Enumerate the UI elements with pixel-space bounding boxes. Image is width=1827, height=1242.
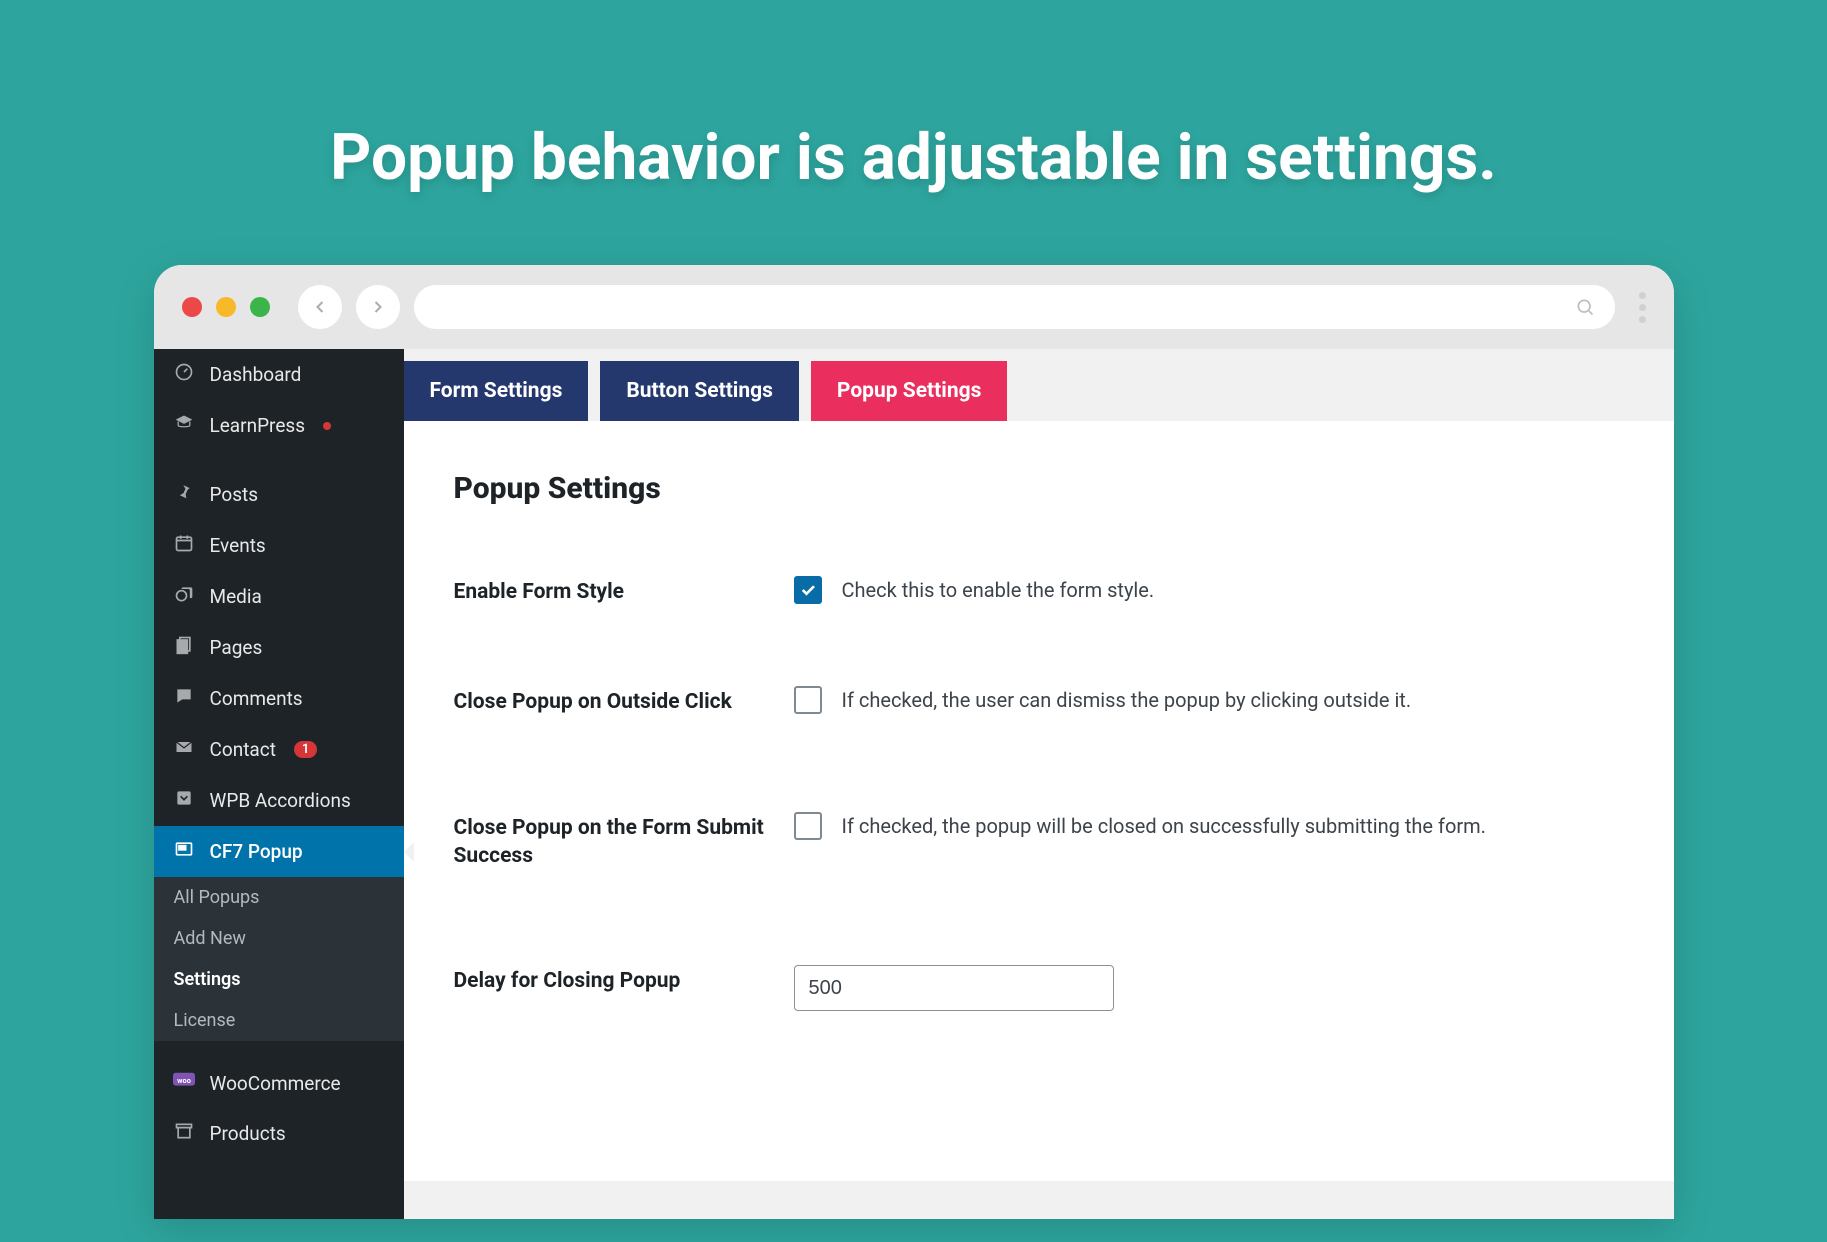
setting-description: Check this to enable the form style. (842, 578, 1155, 602)
sidebar-item-label: Contact (210, 738, 276, 761)
tab-button-settings[interactable]: Button Settings (600, 361, 799, 421)
arrow-right-icon (368, 297, 388, 317)
panel-heading: Popup Settings (454, 471, 1624, 506)
calendar-icon (172, 533, 196, 558)
setting-label: Close Popup on Outside Click (454, 686, 794, 716)
search-icon (1575, 297, 1595, 317)
maximize-window-icon[interactable] (250, 297, 270, 317)
sidebar-item-media[interactable]: Media (154, 571, 404, 622)
submenu-settings[interactable]: Settings (154, 959, 404, 1000)
main-content: Form Settings Button Settings Popup Sett… (404, 349, 1674, 1219)
svg-text:woo: woo (177, 1076, 191, 1085)
setting-description: If checked, the user can dismiss the pop… (842, 688, 1412, 712)
sidebar-item-woocommerce[interactable]: woo WooCommerce (154, 1059, 404, 1108)
sidebar-item-comments[interactable]: Comments (154, 673, 404, 724)
comments-icon (172, 686, 196, 711)
setting-row-close-outside: Close Popup on Outside Click If checked,… (454, 686, 1624, 716)
close-window-icon[interactable] (182, 297, 202, 317)
setting-label: Delay for Closing Popup (454, 965, 794, 995)
sidebar-item-dashboard[interactable]: Dashboard (154, 349, 404, 400)
check-icon (799, 581, 817, 599)
graduation-cap-icon (172, 413, 196, 438)
arrow-left-icon (310, 297, 330, 317)
media-icon (172, 584, 196, 609)
sidebar-item-label: WPB Accordions (210, 789, 351, 812)
sidebar-item-label: Events (210, 534, 266, 557)
settings-panel: Popup Settings Enable Form Style Check t… (404, 421, 1674, 1181)
sidebar-item-label: Media (210, 585, 262, 608)
hero-title: Popup behavior is adjustable in settings… (0, 0, 1827, 195)
browser-menu-icon[interactable] (1639, 292, 1646, 323)
pin-icon (172, 482, 196, 507)
sidebar-item-label: Pages (210, 636, 263, 659)
sidebar-item-cf7-popup[interactable]: CF7 Popup (154, 826, 404, 877)
delay-close-input[interactable] (794, 965, 1114, 1011)
woocommerce-icon: woo (172, 1072, 196, 1095)
sidebar-item-learnpress[interactable]: LearnPress (154, 400, 404, 451)
admin-sidebar: Dashboard LearnPress Posts Events Media (154, 349, 404, 1219)
pages-icon (172, 635, 196, 660)
archive-icon (172, 1121, 196, 1146)
minimize-window-icon[interactable] (216, 297, 236, 317)
submenu-all-popups[interactable]: All Popups (154, 877, 404, 918)
sidebar-item-pages[interactable]: Pages (154, 622, 404, 673)
sidebar-item-contact[interactable]: Contact 1 (154, 724, 404, 775)
sidebar-item-wpb-accordions[interactable]: WPB Accordions (154, 775, 404, 826)
sidebar-item-label: CF7 Popup (210, 840, 303, 863)
sidebar-submenu: All Popups Add New Settings License (154, 877, 404, 1041)
sidebar-item-label: Products (210, 1122, 286, 1145)
dashboard-icon (172, 362, 196, 387)
app-frame: Dashboard LearnPress Posts Events Media (154, 349, 1674, 1219)
sidebar-separator (154, 1041, 404, 1059)
url-bar[interactable] (414, 285, 1615, 329)
sidebar-item-label: WooCommerce (210, 1072, 341, 1095)
forward-button[interactable] (356, 285, 400, 329)
sidebar-separator (154, 451, 404, 469)
sidebar-item-products[interactable]: Products (154, 1108, 404, 1159)
tab-bar: Form Settings Button Settings Popup Sett… (404, 349, 1674, 421)
browser-toolbar (154, 265, 1674, 349)
popup-icon (172, 839, 196, 864)
tab-form-settings[interactable]: Form Settings (404, 361, 589, 421)
submenu-add-new[interactable]: Add New (154, 918, 404, 959)
sidebar-item-events[interactable]: Events (154, 520, 404, 571)
setting-description: If checked, the popup will be closed on … (842, 814, 1486, 838)
tab-popup-settings[interactable]: Popup Settings (811, 361, 1007, 421)
back-button[interactable] (298, 285, 342, 329)
close-on-submit-checkbox[interactable] (794, 812, 822, 840)
notification-badge: 1 (294, 741, 317, 758)
sidebar-item-label: Comments (210, 687, 303, 710)
setting-row-enable-form-style: Enable Form Style Check this to enable t… (454, 576, 1624, 606)
sidebar-item-label: LearnPress (210, 414, 306, 437)
browser-window: Dashboard LearnPress Posts Events Media (154, 265, 1674, 1219)
envelope-icon (172, 737, 196, 762)
chevron-down-icon (172, 788, 196, 813)
setting-label: Enable Form Style (454, 576, 794, 606)
setting-row-delay-close: Delay for Closing Popup (454, 965, 1624, 1011)
submenu-license[interactable]: License (154, 1000, 404, 1041)
setting-row-close-on-submit: Close Popup on the Form Submit Success I… (454, 812, 1624, 871)
setting-label: Close Popup on the Form Submit Success (454, 812, 794, 871)
traffic-lights (182, 297, 270, 317)
close-outside-checkbox[interactable] (794, 686, 822, 714)
sidebar-item-label: Dashboard (210, 363, 302, 386)
sidebar-item-label: Posts (210, 483, 259, 506)
sidebar-item-posts[interactable]: Posts (154, 469, 404, 520)
enable-form-style-checkbox[interactable] (794, 576, 822, 604)
update-dot-icon (323, 422, 331, 430)
